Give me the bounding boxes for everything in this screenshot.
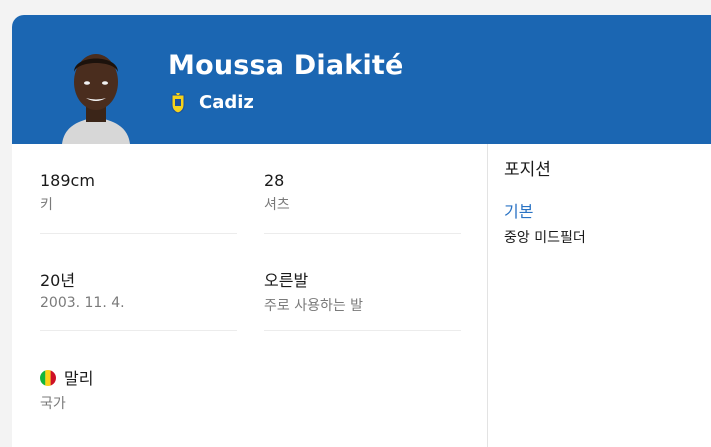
player-card: Moussa Diakité Cadiz 189cm 키 28 셔츠 20년 2… (12, 15, 711, 447)
player-name: Moussa Diakité (168, 50, 404, 81)
divider (264, 233, 461, 234)
country-value: 말리 (40, 365, 93, 389)
cadiz-club-logo-icon (171, 93, 185, 114)
position-title: 포지션 (504, 160, 551, 180)
foot-value: 오른발 (264, 271, 309, 290)
position-primary-label: 기본 (504, 202, 534, 221)
shirt-value: 28 (264, 171, 285, 190)
age-value: 20년 (40, 271, 76, 290)
club-link[interactable]: Cadiz (199, 92, 254, 113)
birthdate-label: 2003. 11. 4. (40, 295, 125, 311)
foot-label: 주로 사용하는 발 (264, 298, 364, 314)
player-photo (62, 54, 130, 144)
mali-flag-icon (40, 370, 56, 386)
divider (40, 330, 237, 331)
height-stat: 189cm 키 (40, 171, 95, 214)
foot-stat: 오른발 주로 사용하는 발 (264, 267, 363, 315)
height-label: 키 (40, 197, 53, 213)
country-label: 국가 (40, 396, 66, 412)
country-name: 말리 (64, 369, 94, 388)
country-stat: 말리 국가 (40, 365, 93, 413)
age-stat: 20년 2003. 11. 4. (40, 267, 125, 311)
shirt-stat: 28 셔츠 (264, 171, 290, 214)
divider (40, 233, 237, 234)
position-role: 중앙 미드필더 (504, 230, 586, 246)
player-stats: 189cm 키 28 셔츠 20년 2003. 11. 4. 오른발 주로 사용… (12, 144, 487, 447)
divider (264, 330, 461, 331)
height-value: 189cm (40, 171, 95, 190)
shirt-label: 셔츠 (264, 197, 290, 213)
column-divider (487, 144, 488, 447)
player-header: Moussa Diakité Cadiz (12, 15, 711, 144)
